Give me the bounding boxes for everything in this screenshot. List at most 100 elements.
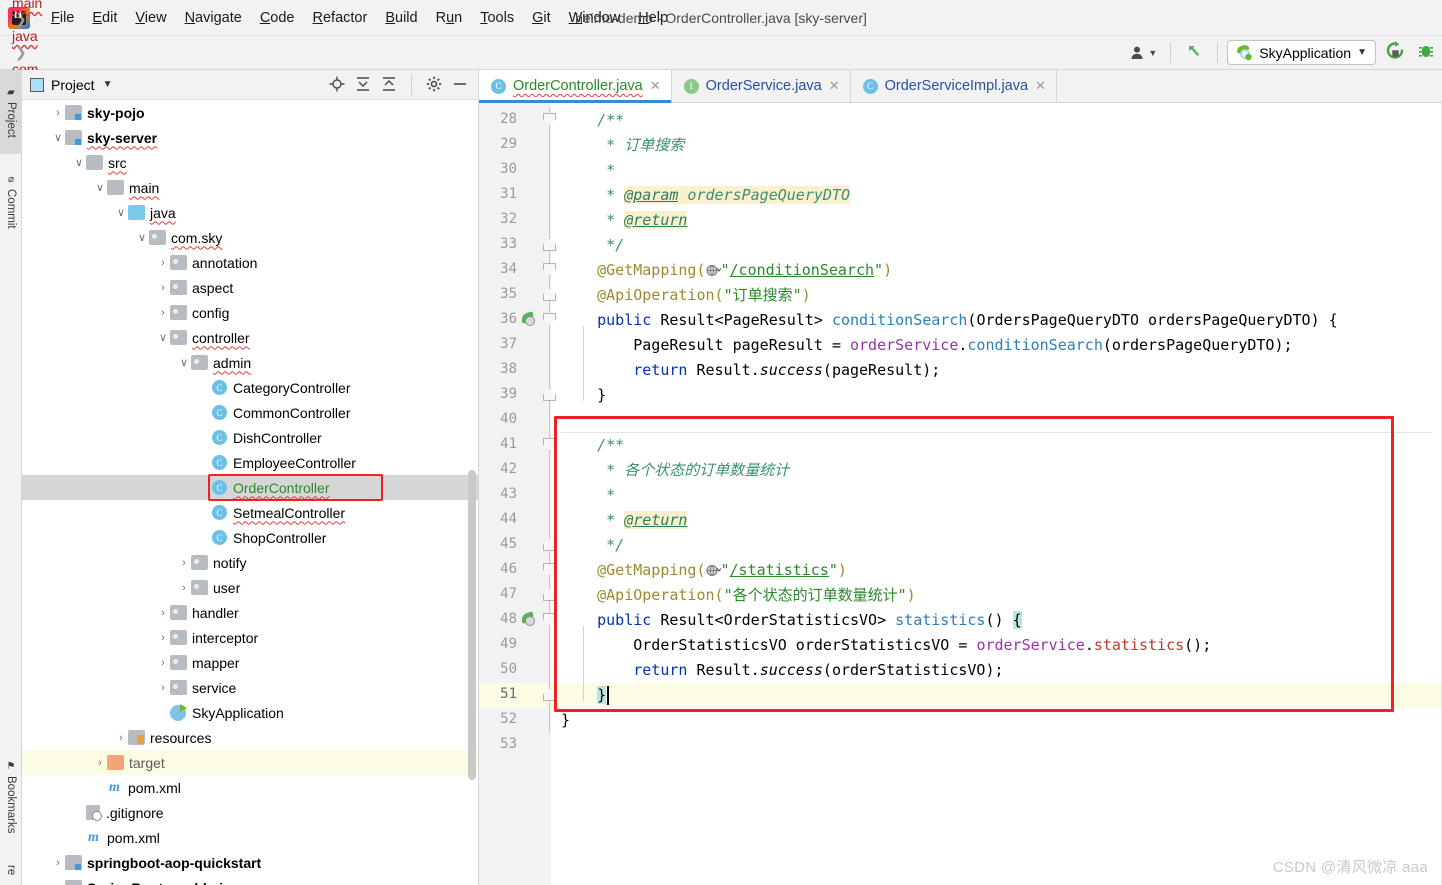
chevron-down-icon[interactable]: ∨: [114, 206, 128, 219]
fold-gutter[interactable]: [543, 508, 557, 533]
close-icon[interactable]: ✕: [829, 78, 840, 94]
fold-gutter[interactable]: [543, 608, 557, 633]
fold-gutter[interactable]: [543, 133, 557, 158]
chevron-right-icon[interactable]: ›: [93, 757, 107, 769]
fold-gutter[interactable]: [543, 358, 557, 383]
chevron-down-icon[interactable]: ∨: [51, 131, 65, 144]
tree-node-com.sky[interactable]: ∨ com.sky: [22, 225, 478, 250]
project-tree[interactable]: › sky-pojo ∨ sky-server ∨ src ∨ main ∨ java ∨ com.s…: [22, 100, 478, 885]
tree-node-setmealcontroller[interactable]: ›CSetmealController: [22, 500, 478, 525]
tree-node-commoncontroller[interactable]: ›CCommonController: [22, 400, 478, 425]
code-line[interactable]: [479, 708, 1442, 733]
fold-gutter[interactable]: [543, 733, 557, 758]
back-arrow-icon[interactable]: [1180, 42, 1208, 63]
menu-item-refactor[interactable]: Refactor: [304, 7, 377, 29]
tree-node-user[interactable]: › user: [22, 575, 478, 600]
tree-node-sky-server[interactable]: ∨ sky-server: [22, 125, 478, 150]
chevron-right-icon[interactable]: ›: [156, 632, 170, 644]
fold-collapse-icon[interactable]: [543, 113, 556, 126]
fold-collapse-icon[interactable]: [543, 613, 556, 626]
fold-gutter[interactable]: [543, 683, 557, 708]
fold-expand-icon[interactable]: [543, 538, 556, 551]
menu-item-window[interactable]: Window: [560, 7, 630, 29]
chevron-right-icon[interactable]: ›: [156, 257, 170, 269]
tree-node-config[interactable]: › config: [22, 300, 478, 325]
fold-collapse-icon[interactable]: [543, 563, 556, 576]
menu-item-tools[interactable]: Tools: [471, 7, 523, 29]
fold-gutter[interactable]: [543, 633, 557, 658]
editor-tab-orderservice-java[interactable]: I OrderService.java ✕: [672, 70, 851, 102]
chevron-right-icon[interactable]: ›: [156, 282, 170, 294]
fold-gutter[interactable]: [543, 433, 557, 458]
collapse-all-icon[interactable]: [381, 76, 397, 94]
menu-item-code[interactable]: Code: [251, 7, 304, 29]
tool-window-button-bookmarks[interactable]: ⚑ Bookmarks: [0, 747, 22, 847]
chevron-right-icon[interactable]: ›: [177, 557, 191, 569]
tree-node-pom.xml[interactable]: ›mpom.xml: [22, 825, 478, 850]
tree-node-skyapplication[interactable]: ›SkyApplication: [22, 700, 478, 725]
code-editor[interactable]: 28 /** 29 * 订单搜索 30 * 31 * @param ordersPag…: [479, 103, 1442, 885]
code-line[interactable]: [479, 733, 1442, 758]
tool-window-button-structure[interactable]: re: [0, 855, 22, 885]
tree-node-springboot-aop-quickstart[interactable]: › springboot-aop-quickstart: [22, 850, 478, 875]
fold-gutter[interactable]: [543, 333, 557, 358]
fold-gutter[interactable]: [543, 283, 557, 308]
fold-expand-icon[interactable]: [543, 288, 556, 301]
tool-window-button-commit[interactable]: ⌀ Commit: [0, 158, 22, 244]
tree-node-shopcontroller[interactable]: ›CShopController: [22, 525, 478, 550]
tree-node-handler[interactable]: › handler: [22, 600, 478, 625]
fold-gutter[interactable]: [543, 108, 557, 133]
debug-button[interactable]: [1414, 41, 1438, 64]
project-tree-scrollbar[interactable]: [468, 470, 476, 780]
fold-gutter[interactable]: [543, 183, 557, 208]
fold-gutter[interactable]: [543, 208, 557, 233]
fold-collapse-icon[interactable]: [543, 313, 556, 326]
breadcrumb-item-main[interactable]: main: [10, 0, 129, 11]
tree-node-mapper[interactable]: › mapper: [22, 650, 478, 675]
fold-gutter[interactable]: [543, 383, 557, 408]
breadcrumb-item-java[interactable]: java: [10, 28, 129, 44]
tree-node-resources[interactable]: › resources: [22, 725, 478, 750]
tree-node-springboot-crud-heima[interactable]: › SpringBoot-crud-heima: [22, 875, 478, 885]
tree-node-controller[interactable]: ∨ controller: [22, 325, 478, 350]
tree-node-.gitignore[interactable]: ›.gitignore: [22, 800, 478, 825]
fold-gutter[interactable]: [543, 708, 557, 733]
locate-icon[interactable]: [329, 76, 345, 94]
chevron-right-icon[interactable]: ›: [156, 607, 170, 619]
editor-tab-orderserviceimpl-java[interactable]: C OrderServiceImpl.java ✕: [851, 70, 1057, 102]
fold-gutter[interactable]: [543, 458, 557, 483]
tree-node-java[interactable]: ∨ java: [22, 200, 478, 225]
editor-tab-ordercontroller-java[interactable]: C OrderController.java ✕: [479, 70, 672, 103]
tree-node-service[interactable]: › service: [22, 675, 478, 700]
user-account-icon[interactable]: ▼: [1126, 45, 1161, 61]
close-icon[interactable]: ✕: [1035, 78, 1046, 94]
chevron-right-icon[interactable]: ›: [51, 882, 65, 885]
tree-node-interceptor[interactable]: › interceptor: [22, 625, 478, 650]
tree-node-main[interactable]: ∨ main: [22, 175, 478, 200]
menu-item-view[interactable]: View: [126, 7, 175, 29]
fold-gutter[interactable]: [543, 308, 557, 333]
close-icon[interactable]: ✕: [650, 78, 661, 94]
menu-item-git[interactable]: Git: [523, 7, 560, 29]
fold-gutter[interactable]: [543, 233, 557, 258]
rerun-button[interactable]: [1381, 41, 1409, 64]
fold-expand-icon[interactable]: [543, 388, 556, 401]
tree-node-admin[interactable]: ∨ admin: [22, 350, 478, 375]
run-gutter-icon[interactable]: [519, 311, 537, 328]
fold-collapse-icon[interactable]: [543, 438, 556, 451]
chevron-right-icon[interactable]: ›: [51, 107, 65, 119]
chevron-down-icon[interactable]: ▼: [103, 79, 113, 90]
tree-node-employeecontroller[interactable]: ›CEmployeeController: [22, 450, 478, 475]
code-line[interactable]: [479, 683, 1442, 708]
tree-node-pom.xml[interactable]: ›mpom.xml: [22, 775, 478, 800]
fold-expand-icon[interactable]: [543, 588, 556, 601]
fold-collapse-icon[interactable]: [543, 263, 556, 276]
tree-node-target[interactable]: › target: [22, 750, 478, 775]
fold-gutter[interactable]: [543, 558, 557, 583]
run-configuration-selector[interactable]: SkyApplication ▼: [1227, 40, 1376, 65]
chevron-down-icon[interactable]: ∨: [135, 231, 149, 244]
fold-gutter[interactable]: [543, 258, 557, 283]
chevron-down-icon[interactable]: ∨: [156, 331, 170, 344]
chevron-right-icon[interactable]: ›: [156, 307, 170, 319]
tree-node-ordercontroller[interactable]: ›COrderController: [22, 475, 478, 500]
